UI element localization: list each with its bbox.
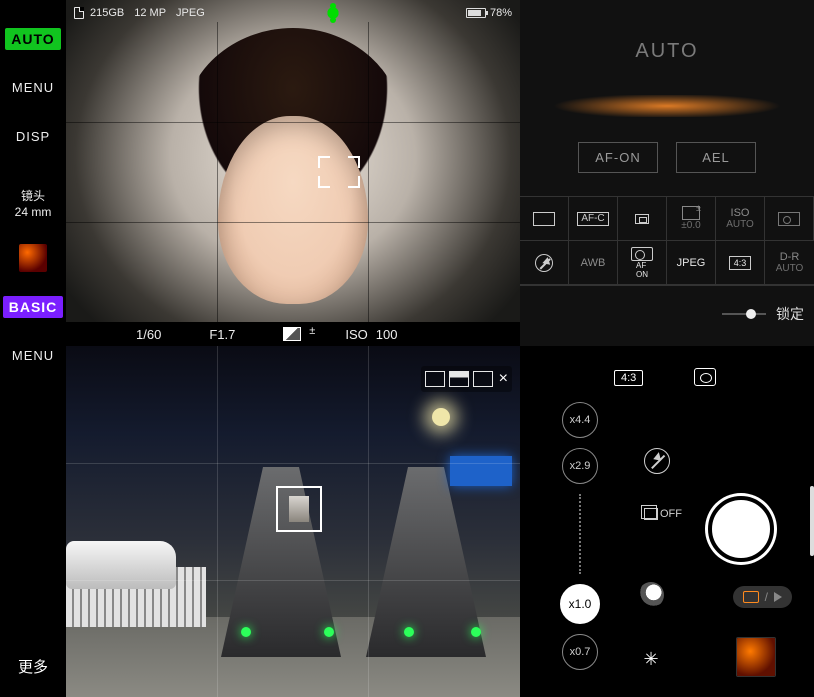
lock-slider-row: 锁定	[520, 304, 804, 324]
zoom-1-0-button[interactable]: x1.0	[560, 584, 600, 624]
gallery-thumbnail[interactable]	[736, 637, 776, 677]
lock-label: 锁定	[776, 304, 804, 324]
lock-slider[interactable]	[722, 313, 766, 315]
exposure-info-bar: 1/60 F1.7 ISO 100	[66, 322, 520, 346]
scene-car	[66, 541, 176, 589]
viewfinder-pro[interactable]: 215GB 12 MP JPEG 78% 1/60 F1.7 ISO 100	[66, 0, 520, 346]
zoom-4-4-button[interactable]: x4.4	[562, 402, 598, 438]
scene-lamp	[432, 408, 450, 426]
status-bar: 215GB 12 MP JPEG 78%	[66, 4, 520, 22]
shutter-button[interactable]	[708, 496, 774, 562]
exposure-comp-tile[interactable]: ±0.0	[667, 197, 716, 241]
face-af-tile[interactable]: AFON	[618, 241, 667, 285]
side-sense-bar[interactable]	[810, 486, 814, 556]
lens-focal-length: 24 mm	[15, 204, 52, 220]
iso-value: 100	[376, 327, 398, 342]
camera-icon	[743, 591, 759, 603]
app-root: AUTO MENU DISP 镜头 24 mm BASIC MENU 更多 21…	[0, 0, 814, 697]
metering-tile[interactable]	[765, 197, 814, 241]
aspect-option-icon[interactable]	[449, 371, 469, 387]
ev-icon	[682, 206, 700, 220]
more-button[interactable]: 更多	[18, 656, 48, 677]
aspect-ratio-icon: 4:3	[729, 256, 752, 270]
composition-grid	[66, 22, 520, 322]
file-format-tile[interactable]: JPEG	[667, 241, 716, 285]
aspect-option-icon[interactable]	[425, 371, 445, 387]
iso-label: ISO	[345, 327, 367, 342]
metering-icon	[778, 212, 800, 226]
storage-free: 215GB	[90, 7, 124, 19]
switch-camera-icon[interactable]	[694, 368, 716, 386]
menu-button-basic[interactable]: MENU	[12, 348, 54, 363]
scene-light	[324, 627, 334, 637]
autofocus-box	[276, 486, 322, 532]
lens-selector[interactable]: 镜头 24 mm	[15, 188, 52, 220]
sd-card-icon	[74, 7, 84, 19]
scene-light	[471, 627, 481, 637]
shutter-speed-value: 1/60	[136, 327, 161, 342]
photo-video-toggle[interactable]: /	[733, 586, 792, 608]
basic-controls-panel: 4:3 x4.4 x2.9 x1.0 x0.7 OFF ✳ /	[520, 346, 814, 697]
scene-light	[404, 627, 414, 637]
burst-icon	[644, 508, 658, 520]
zoom-0-7-button[interactable]: x0.7	[562, 634, 598, 670]
video-icon	[774, 592, 782, 602]
flash-toggle-icon[interactable]	[644, 448, 670, 474]
focus-area-tile[interactable]	[618, 197, 667, 241]
pro-controls-panel: AUTO AF-ON AEL AF-C ±0.0 ISOAUTO AWB AFO…	[520, 0, 814, 346]
zoom-selector: x4.4 x2.9 x1.0 x0.7	[560, 402, 600, 670]
mode-title: AUTO	[520, 0, 814, 63]
scene-sign	[450, 456, 512, 486]
macro-icon	[325, 5, 341, 21]
zoom-2-9-button[interactable]: x2.9	[562, 448, 598, 484]
drive-off-label: OFF	[660, 508, 682, 520]
scene-person	[289, 496, 309, 522]
auto-mode-badge[interactable]: AUTO	[5, 28, 60, 50]
drive-mode-tile[interactable]	[520, 197, 569, 241]
slider-knob[interactable]	[746, 309, 756, 319]
left-toolbar: AUTO MENU DISP 镜头 24 mm BASIC MENU 更多	[0, 0, 66, 697]
face-af-icon	[631, 247, 653, 261]
iso-tile[interactable]: ISOAUTO	[716, 197, 765, 241]
disp-button[interactable]: DISP	[16, 129, 50, 144]
battery-percent: 78%	[490, 7, 512, 19]
aperture-value: F1.7	[209, 327, 235, 342]
flash-off-icon	[535, 254, 553, 272]
lens-label: 镜头	[15, 188, 52, 204]
color-tone-button[interactable]: ✳	[638, 646, 664, 672]
close-icon[interactable]: ×	[499, 370, 508, 388]
exposure-comp-icon	[283, 327, 301, 341]
viewfinder-basic[interactable]: ×	[66, 346, 520, 697]
zoom-track	[579, 494, 581, 574]
focus-area-icon	[635, 214, 649, 224]
aspect-option-icon[interactable]	[473, 371, 493, 387]
battery-icon	[466, 8, 486, 18]
menu-button[interactable]: MENU	[12, 80, 54, 95]
focus-mode-tile[interactable]: AF-C	[569, 197, 618, 241]
scene-light	[241, 627, 251, 637]
basic-mode-badge[interactable]: BASIC	[3, 296, 64, 318]
settings-grid: AF-C ±0.0 ISOAUTO AWB AFON JPEG 4:3 D-RA…	[520, 196, 814, 286]
ael-button[interactable]: AEL	[676, 142, 756, 173]
resolution-label: 12 MP	[134, 7, 166, 19]
aspect-ratio-chip[interactable]: 4:3	[614, 370, 643, 386]
rectangle-icon	[533, 212, 555, 226]
toggle-separator: /	[765, 590, 768, 604]
aspect-ratio-tile[interactable]: 4:3	[716, 241, 765, 285]
bokeh-button[interactable]	[638, 582, 664, 608]
af-c-chip: AF-C	[577, 212, 608, 226]
flash-tile[interactable]	[520, 241, 569, 285]
last-shot-thumbnail-pro[interactable]	[19, 244, 47, 272]
white-balance-tile[interactable]: AWB	[569, 241, 618, 285]
scene-escalator	[366, 467, 486, 657]
af-on-button[interactable]: AF-ON	[578, 142, 658, 173]
dro-tile[interactable]: D-RAUTO	[765, 241, 814, 285]
decorative-flare	[520, 95, 814, 117]
drive-mode-button[interactable]: OFF	[644, 508, 682, 520]
file-format-label: JPEG	[176, 7, 205, 19]
aspect-mode-strip: ×	[421, 366, 512, 392]
